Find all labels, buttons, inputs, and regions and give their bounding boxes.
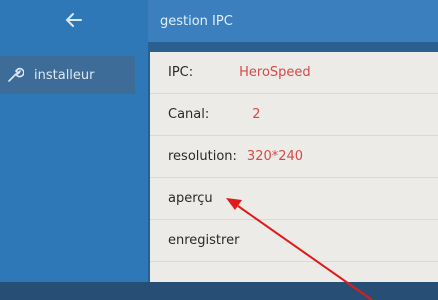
setting-label: enregistrer <box>168 233 240 248</box>
setting-row-apercu[interactable]: aperçu <box>150 178 438 220</box>
setting-row-canal[interactable]: Canal: 2 <box>150 94 438 136</box>
setting-row-resolution[interactable]: resolution: 320*240 <box>150 136 438 178</box>
sidebar: installeur <box>0 0 148 300</box>
settings-panel: IPC: HeroSpeed Canal: 2 resolution: 320*… <box>150 52 438 282</box>
bottom-bar <box>0 282 438 300</box>
header-bar: gestion IPC <box>148 0 438 42</box>
setting-label: IPC: <box>168 65 194 80</box>
setting-value: 320*240 <box>246 149 304 164</box>
page-title: gestion IPC <box>160 13 233 29</box>
left-arrow-icon <box>64 9 84 33</box>
sidebar-item-installeur[interactable]: installeur <box>0 56 135 94</box>
setting-value: HeroSpeed <box>239 65 311 80</box>
setting-value: 2 <box>252 107 261 122</box>
wrench-icon <box>6 66 28 84</box>
setting-row-ipc[interactable]: IPC: HeroSpeed <box>150 52 438 94</box>
setting-label: resolution: <box>168 149 237 164</box>
setting-label: Canal: <box>168 107 210 122</box>
setting-row-enregistrer[interactable]: enregistrer <box>150 220 438 262</box>
device-screen: installeur gestion IPC IPC: HeroSpeed Ca… <box>0 0 438 300</box>
setting-label: aperçu <box>168 191 213 206</box>
sidebar-item-label: installeur <box>34 67 95 83</box>
back-button[interactable] <box>0 0 148 42</box>
